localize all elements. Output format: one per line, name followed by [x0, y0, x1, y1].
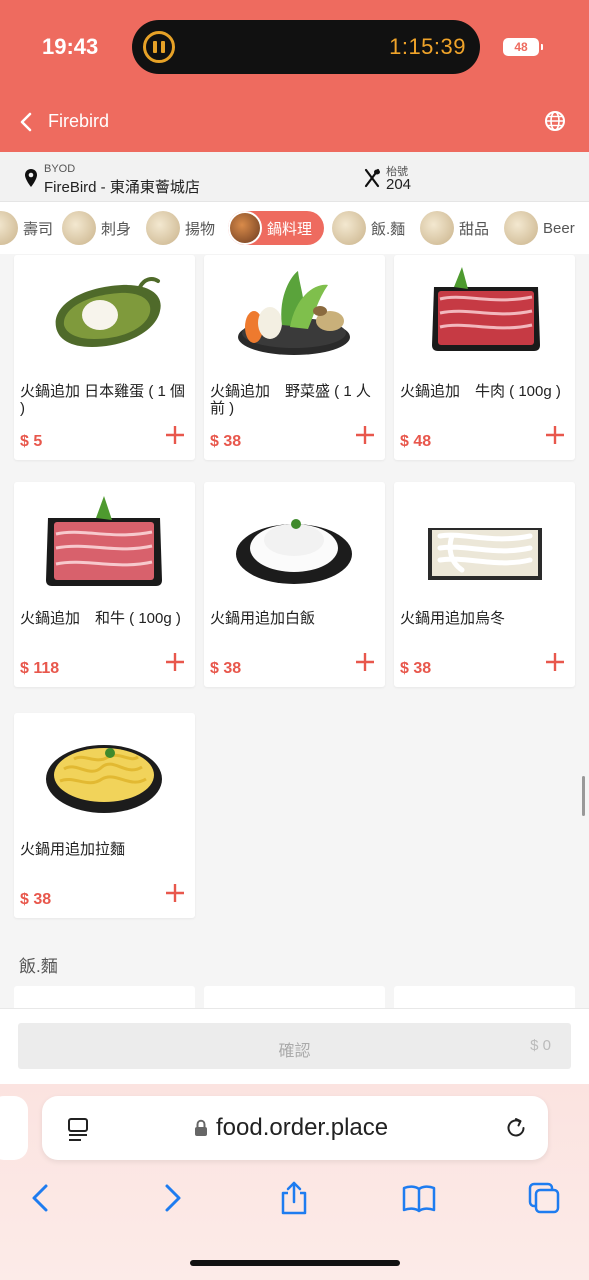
- back-arrow-icon[interactable]: [16, 108, 40, 136]
- tab-label: 甜品: [459, 220, 490, 238]
- add-to-cart-icon[interactable]: [165, 652, 185, 672]
- egg-dish-image: [55, 277, 161, 347]
- tabs-icon[interactable]: [526, 1180, 562, 1216]
- product-name: 火鍋追加 日本雞蛋 ( 1 個 ): [20, 383, 186, 417]
- location-pin-icon: [25, 169, 37, 187]
- tab-label: 刺身: [101, 220, 132, 238]
- add-to-cart-icon[interactable]: [165, 425, 185, 445]
- product-price: $ 38: [400, 660, 432, 677]
- share-icon[interactable]: [276, 1180, 312, 1216]
- page-menu-icon[interactable]: [66, 1116, 90, 1142]
- tab-fried[interactable]: 揚物: [146, 211, 215, 245]
- scroll-indicator[interactable]: [582, 776, 585, 816]
- cart-total: $ 0: [530, 1037, 551, 1054]
- browser-forward-icon[interactable]: [153, 1180, 189, 1216]
- order-info-bar: BYOD FireBird - 東涌東薈城店 枱號 204: [0, 152, 589, 202]
- product-price: $ 38: [20, 891, 52, 908]
- cart-bar: 確認 $ 0: [0, 1008, 589, 1084]
- product-price: $ 38: [210, 660, 242, 677]
- product-name: 火鍋追加 和牛 ( 100g ): [20, 610, 181, 627]
- vegetables-dish-image: [238, 271, 350, 355]
- add-to-cart-icon[interactable]: [545, 652, 565, 672]
- page-title: Firebird: [48, 111, 110, 131]
- ramen-dish-image: [46, 745, 162, 813]
- tab-label: 揚物: [185, 220, 216, 238]
- category-thumbnail: [420, 211, 454, 245]
- tab-rice-noodles[interactable]: 飯.麵: [332, 211, 405, 245]
- section-title: 飯.麵: [19, 957, 58, 976]
- product-name: 火鍋用追加烏冬: [400, 610, 506, 627]
- product-card-rice[interactable]: 火鍋用追加白飯 $ 38: [204, 482, 385, 687]
- category-thumbnail: [332, 211, 366, 245]
- category-thumbnail: [146, 211, 180, 245]
- category-tabs: 壽司 刺身 揚物 鍋料理 飯.麵 甜品 Beer: [0, 202, 589, 254]
- home-indicator[interactable]: [190, 1260, 400, 1266]
- product-card-beef[interactable]: 火鍋追加 牛肉 ( 100g ) $ 48: [394, 255, 575, 460]
- confirm-button[interactable]: 確認 $ 0: [18, 1023, 571, 1069]
- battery-icon: 48: [503, 38, 543, 56]
- pause-icon[interactable]: [143, 31, 175, 63]
- tab-sushi[interactable]: 壽司: [0, 211, 53, 245]
- product-name: 火鍋追加 牛肉 ( 100g ): [400, 383, 561, 400]
- category-thumbnail: [228, 211, 262, 245]
- category-thumbnail: [62, 211, 96, 245]
- product-name: 火鍋追加 野菜盛 ( 1 人前 ): [210, 383, 371, 417]
- wagyu-dish-image: [46, 496, 162, 586]
- tab-dessert[interactable]: 甜品: [420, 211, 489, 245]
- address-bar[interactable]: food.order.place: [42, 1096, 548, 1160]
- product-card-ramen[interactable]: 火鍋用追加拉麵 $ 38: [14, 713, 195, 918]
- product-card-vegetables[interactable]: 火鍋追加 野菜盛 ( 1 人前 ) $ 38: [204, 255, 385, 460]
- previous-tab[interactable]: [0, 1096, 28, 1160]
- confirm-label: 確認: [278, 1043, 311, 1060]
- tab-hotpot[interactable]: 鍋料理: [228, 211, 325, 245]
- cutlery-icon: [364, 168, 380, 188]
- product-card-egg[interactable]: 火鍋追加 日本雞蛋 ( 1 個 ) $ 5: [14, 255, 195, 460]
- tab-label: Beer: [543, 219, 575, 237]
- tab-beer[interactable]: Beer: [504, 211, 575, 245]
- category-thumbnail: [0, 211, 18, 245]
- bookmarks-icon[interactable]: [401, 1180, 437, 1216]
- table-number: 204: [386, 176, 412, 193]
- product-name: 火鍋用追加拉麵: [20, 841, 126, 858]
- url-text: food.order.place: [216, 1114, 389, 1141]
- category-thumbnail: [504, 211, 538, 245]
- tab-label: 壽司: [23, 220, 54, 238]
- product-price: $ 48: [400, 433, 432, 450]
- add-to-cart-icon[interactable]: [545, 425, 565, 445]
- product-price: $ 38: [210, 433, 242, 450]
- tab-label: 鍋料理: [267, 220, 313, 238]
- dynamic-island[interactable]: 1:15:39: [132, 20, 480, 74]
- tab-sashimi[interactable]: 刺身: [62, 211, 131, 245]
- product-name: 火鍋用追加白飯: [210, 610, 316, 627]
- store-name: FireBird - 東涌東薈城店: [44, 179, 200, 196]
- status-time: 19:43: [42, 34, 99, 59]
- tab-label: 飯.麵: [371, 220, 406, 238]
- product-price: $ 5: [20, 433, 43, 450]
- udon-dish-image: [428, 528, 542, 580]
- timer-readout: 1:15:39: [389, 34, 466, 59]
- product-card-wagyu[interactable]: 火鍋追加 和牛 ( 100g ) $ 118: [14, 482, 195, 687]
- add-to-cart-icon[interactable]: [355, 425, 375, 445]
- byod-label: BYOD: [44, 163, 76, 175]
- beef-dish-image: [432, 267, 540, 351]
- globe-icon[interactable]: [544, 110, 566, 132]
- product-card-udon[interactable]: 火鍋用追加烏冬 $ 38: [394, 482, 575, 687]
- browser-back-icon[interactable]: [24, 1180, 60, 1216]
- rice-dish-image: [236, 519, 352, 584]
- product-price: $ 118: [20, 660, 60, 677]
- reload-icon[interactable]: [504, 1116, 528, 1140]
- app-header: 19:43 1:15:39 48 Firebird: [0, 0, 589, 152]
- lock-icon: [195, 1119, 207, 1136]
- add-to-cart-icon[interactable]: [355, 652, 375, 672]
- add-to-cart-icon[interactable]: [165, 883, 185, 903]
